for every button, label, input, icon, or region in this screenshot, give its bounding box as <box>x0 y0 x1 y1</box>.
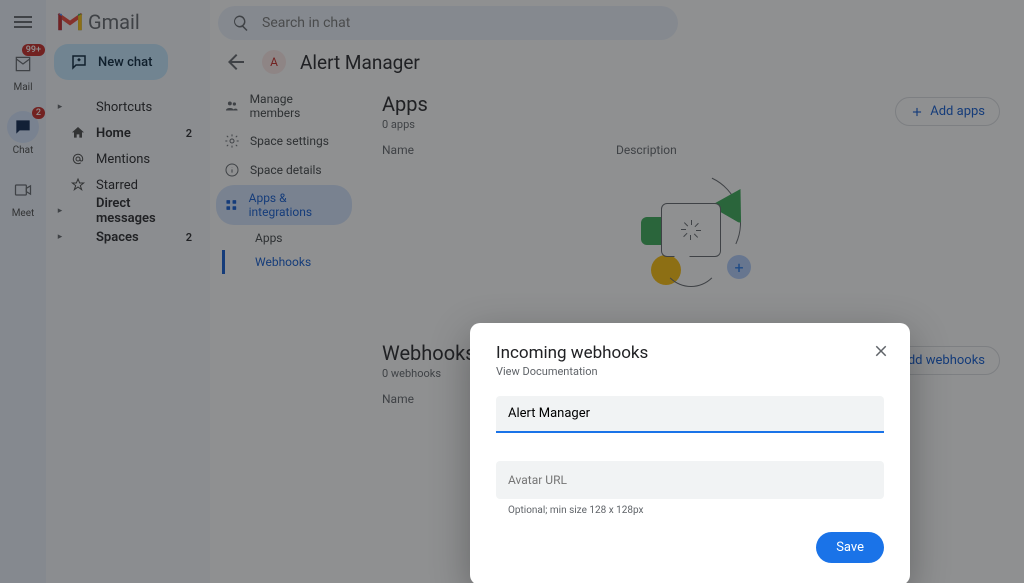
close-icon <box>872 342 890 360</box>
dialog-title: Incoming webhooks <box>496 343 884 363</box>
close-button[interactable] <box>872 341 890 365</box>
incoming-webhooks-dialog: Incoming webhooks View Documentation Opt… <box>470 323 910 583</box>
avatar-helper-text: Optional; min size 128 x 128px <box>496 505 884 516</box>
webhook-name-input[interactable] <box>496 396 884 433</box>
save-button[interactable]: Save <box>816 532 884 563</box>
view-documentation-link[interactable]: View Documentation <box>496 365 884 378</box>
avatar-url-input[interactable] <box>496 461 884 499</box>
